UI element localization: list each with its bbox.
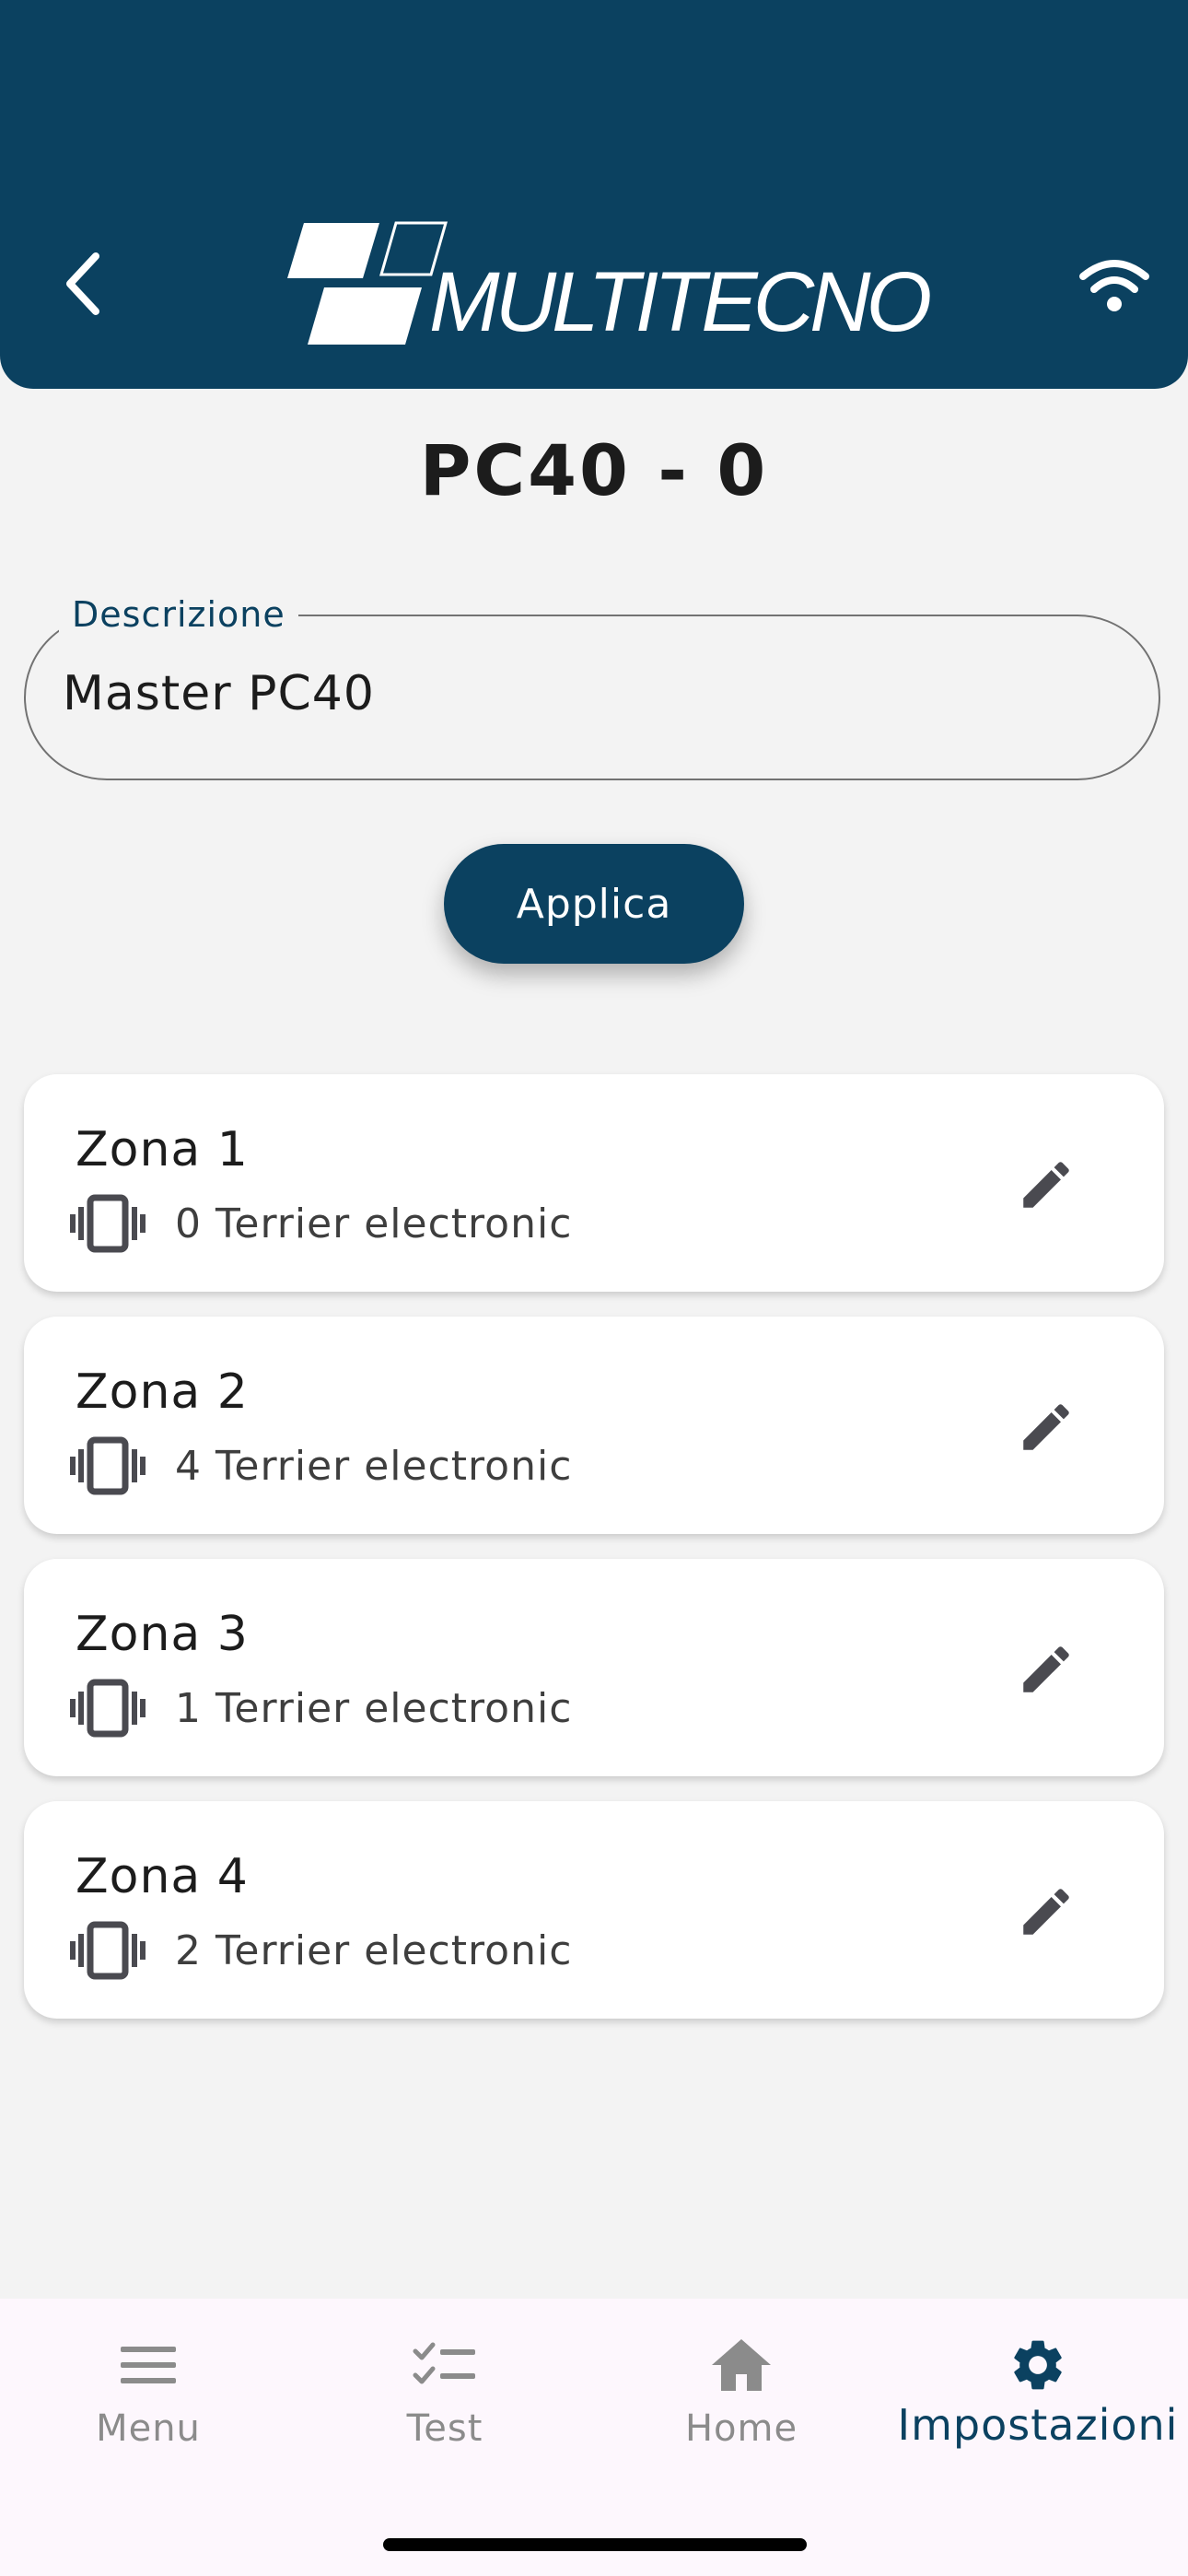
description-input[interactable]: Master PC40 [63,666,375,721]
app-header: MULTITECNO [0,0,1188,389]
edit-icon [1023,1404,1069,1450]
brand-logo: MULTITECNO [284,221,932,345]
nav-label-home: Home [684,2407,798,2450]
nav-label-settings: Impostazioni [897,2400,1179,2450]
wifi-icon [1079,260,1149,311]
chevron-left-icon [66,252,99,315]
edit-zone-button[interactable] [1009,1390,1083,1464]
zone-name: Zona 4 [76,1849,249,1904]
nav-label-menu: Menu [96,2407,201,2450]
vibration-icon [70,1194,146,1253]
edit-zone-button[interactable] [1009,1633,1083,1706]
zone-device-count: 4 Terrier electronic [175,1442,573,1490]
vibration-icon [70,1436,146,1495]
logo-mark [287,221,448,345]
zone-details: 2 Terrier electronic [70,1921,572,1980]
zone-details: 4 Terrier electronic [70,1436,572,1495]
gear-icon [1014,2340,1062,2390]
vibration-icon [70,1679,146,1738]
zone-card-2[interactable]: Zona 2 4 Terrier electronic [24,1317,1164,1534]
zone-device-count: 1 Terrier electronic [175,1684,573,1732]
vibration-icon [70,1921,146,1980]
back-button[interactable] [53,247,112,321]
apply-button[interactable]: Applica [444,844,744,964]
checklist-icon [413,2342,475,2384]
zone-name: Zona 3 [76,1607,249,1662]
nav-item-home[interactable]: Home [593,2299,890,2483]
zone-card-3[interactable]: Zona 3 1 Terrier electronic [24,1559,1164,1776]
brand-name: MULTITECNO [429,255,932,349]
zone-name: Zona 2 [76,1364,249,1420]
zone-details: 0 Terrier electronic [70,1194,572,1253]
description-label: Descrizione [59,594,298,635]
nav-item-settings[interactable]: Impostazioni [890,2299,1186,2483]
edit-icon [1023,1162,1069,1208]
edit-zone-button[interactable] [1009,1875,1083,1949]
zone-device-count: 0 Terrier electronic [175,1200,573,1247]
edit-zone-button[interactable] [1009,1148,1083,1222]
nav-item-menu[interactable]: Menu [0,2299,297,2483]
menu-icon [121,2347,176,2383]
zone-name: Zona 1 [76,1122,249,1177]
description-field[interactable]: Descrizione Master PC40 [24,594,1160,780]
zone-card-1[interactable]: Zona 1 0 Terrier electronic [24,1074,1164,1292]
zone-card-4[interactable]: Zona 4 2 Terrier electronic [24,1801,1164,2019]
zone-device-count: 2 Terrier electronic [175,1926,573,1974]
home-icon [712,2339,771,2391]
nav-item-test[interactable]: Test [297,2299,593,2483]
edit-icon [1023,1646,1069,1692]
home-indicator[interactable] [383,2538,807,2551]
nav-label-test: Test [406,2407,483,2450]
zone-details: 1 Terrier electronic [70,1679,572,1738]
edit-icon [1023,1889,1069,1935]
bottom-navigation: Menu Test Home Impostazioni [0,2299,1188,2576]
device-title: PC40 - 0 [419,429,769,511]
